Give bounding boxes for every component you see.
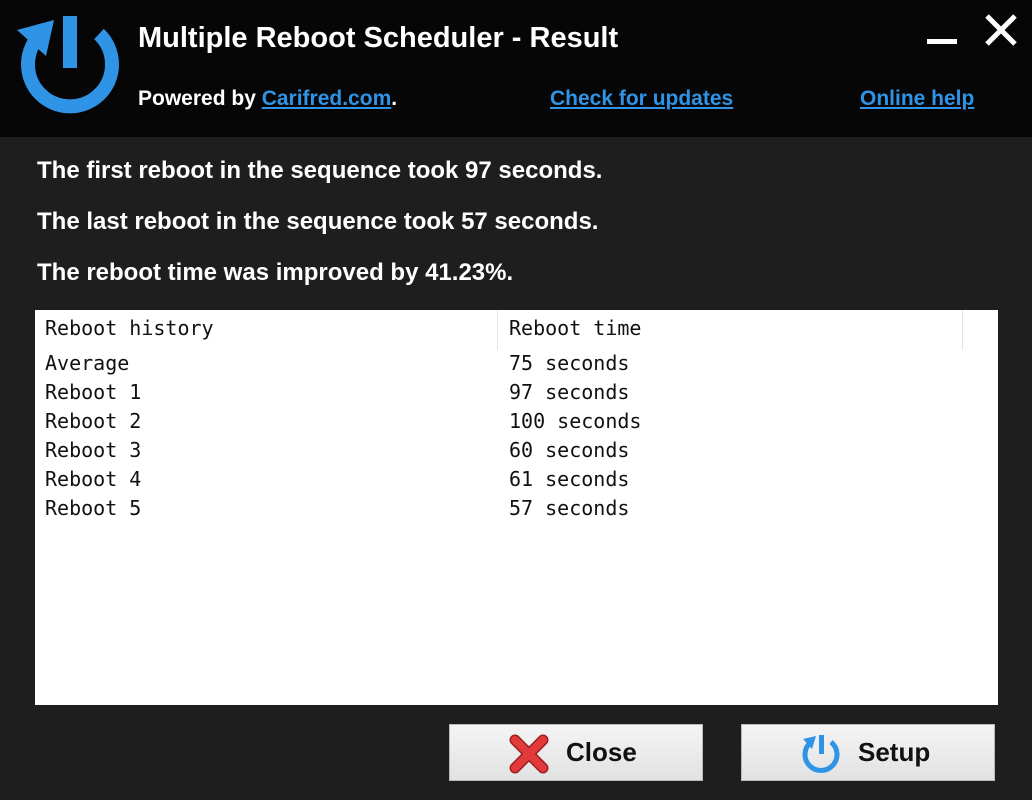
powered-by: Powered by Carifred.com. [138,87,397,111]
list-row[interactable]: Reboot 3 60 seconds [35,436,998,465]
row-name: Reboot 5 [45,496,142,520]
powered-prefix: Powered by [138,87,262,110]
close-button-label: Close [566,737,637,767]
row-name: Reboot 2 [45,409,142,433]
result-window: Multiple Reboot Scheduler - Result Power… [0,0,1032,800]
row-name: Average [45,351,130,375]
list-row[interactable]: Average 75 seconds [35,349,998,378]
setup-button[interactable]: Setup [741,724,995,781]
minimize-icon[interactable] [924,24,960,54]
column-divider[interactable] [497,310,498,350]
powered-suffix: . [391,87,398,110]
app-title: Multiple Reboot Scheduler - Result [138,22,619,54]
online-help-link[interactable]: Online help [860,87,974,111]
reboot-history-list[interactable]: Reboot history Reboot time Average 75 se… [35,310,998,705]
column-divider[interactable] [962,310,963,350]
carifred-link[interactable]: Carifred.com [262,87,392,110]
column-header-time[interactable]: Reboot time [509,310,641,350]
power-icon [802,735,840,773]
row-name: Reboot 4 [45,467,142,491]
row-name: Reboot 3 [45,438,142,462]
first-reboot-summary: The first reboot in the sequence took 97… [37,157,603,184]
setup-button-label: Setup [858,737,931,767]
row-time: 60 seconds [509,438,630,462]
row-time: 75 seconds [509,351,630,375]
list-row[interactable]: Reboot 5 57 seconds [35,494,998,523]
list-row[interactable]: Reboot 2 100 seconds [35,407,998,436]
improvement-summary: The reboot time was improved by 41.23%. [37,259,514,286]
check-updates-link[interactable]: Check for updates [550,87,733,111]
row-time: 97 seconds [509,380,630,404]
row-time: 100 seconds [509,409,642,433]
power-icon [17,16,119,114]
row-time: 57 seconds [509,496,630,520]
list-row[interactable]: Reboot 4 61 seconds [35,465,998,494]
list-row[interactable]: Reboot 1 97 seconds [35,378,998,407]
title-bar: Multiple Reboot Scheduler - Result Power… [0,0,1032,137]
red-x-icon [509,734,549,774]
close-button[interactable]: Close [449,724,703,781]
row-name: Reboot 1 [45,380,142,404]
last-reboot-summary: The last reboot in the sequence took 57 … [37,208,599,235]
close-icon[interactable] [981,10,1021,50]
row-time: 61 seconds [509,467,630,491]
column-header-history[interactable]: Reboot history [45,310,214,350]
